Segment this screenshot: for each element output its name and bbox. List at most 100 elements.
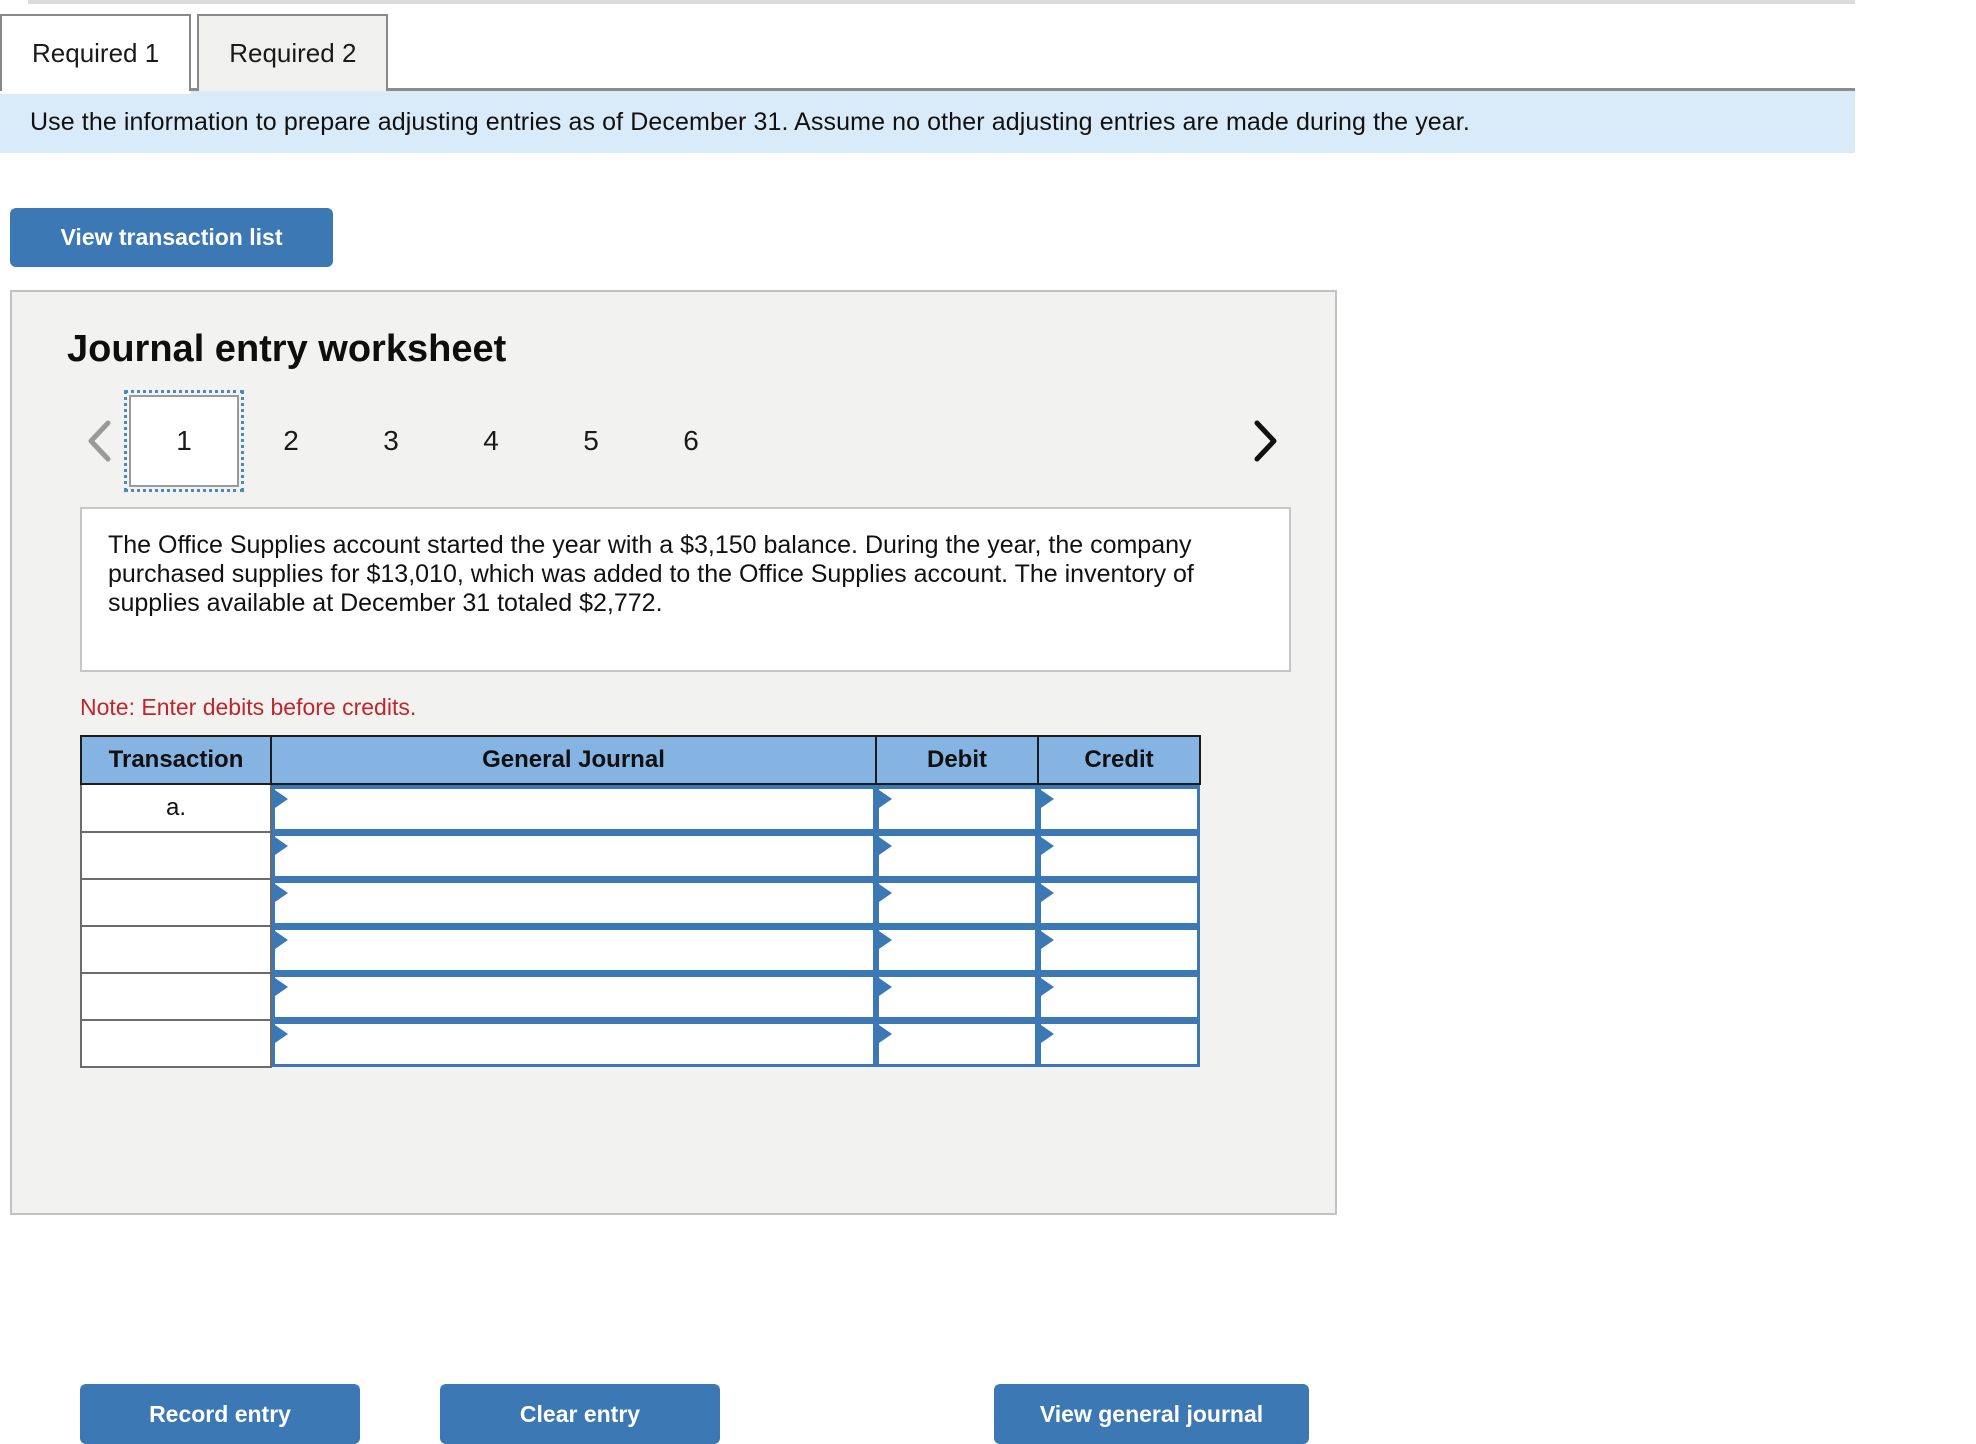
tab-required-1-label: Required 1 — [32, 38, 160, 68]
chevron-right-icon[interactable] — [1241, 405, 1287, 477]
worksheet-page-2[interactable]: 2 — [255, 405, 327, 477]
credit-input-6[interactable] — [1038, 1020, 1200, 1067]
column-header-transaction: Transaction — [80, 735, 272, 785]
instruction-banner: Use the information to prepare adjusting… — [0, 91, 1855, 153]
clear-entry-button[interactable]: Clear entry — [440, 1384, 720, 1444]
general-journal-input-3[interactable] — [272, 879, 876, 926]
table-row — [80, 878, 1200, 927]
worksheet-page-1[interactable]: 1 — [124, 390, 244, 492]
transaction-label-3 — [80, 878, 272, 927]
transaction-label-4 — [80, 925, 272, 974]
worksheet-page-4[interactable]: 4 — [455, 405, 527, 477]
record-entry-button[interactable]: Record entry — [80, 1384, 360, 1444]
worksheet-page-2-label: 2 — [283, 425, 299, 456]
debit-input-2[interactable] — [876, 832, 1038, 879]
worksheet-page-4-label: 4 — [483, 425, 499, 456]
transaction-label-2 — [80, 831, 272, 880]
transaction-description-text: The Office Supplies account started the … — [108, 531, 1194, 617]
caret-right-icon — [1041, 931, 1054, 949]
debits-before-credits-note: Note: Enter debits before credits. — [80, 694, 417, 720]
general-journal-input-1[interactable] — [272, 785, 876, 832]
journal-entry-worksheet-panel: Journal entry worksheet 1 2 3 4 5 6 The … — [10, 290, 1337, 1444]
caret-right-icon — [1041, 978, 1054, 996]
worksheet-page-6[interactable]: 6 — [655, 405, 727, 477]
tab-required-1[interactable]: Required 1 — [0, 14, 192, 94]
general-journal-input-5[interactable] — [272, 973, 876, 1020]
tab-required-2-label: Required 2 — [229, 38, 357, 68]
credit-cell-1[interactable] — [1038, 784, 1200, 832]
credit-input-4[interactable] — [1038, 926, 1200, 973]
worksheet-page-list: 1 2 3 4 5 6 — [124, 390, 755, 492]
caret-right-icon — [879, 1025, 892, 1043]
journal-entry-table: Transaction General Journal Debit Credit… — [80, 735, 1201, 1068]
general-journal-input-2[interactable] — [272, 832, 876, 879]
debit-input-4[interactable] — [876, 926, 1038, 973]
debit-input-1[interactable] — [876, 785, 1038, 832]
transaction-description-box: The Office Supplies account started the … — [80, 507, 1291, 672]
worksheet-page-6-label: 6 — [683, 425, 699, 456]
required-tab-strip: Required 1 Required 2 — [0, 14, 389, 94]
worksheet-page-3[interactable]: 3 — [355, 405, 427, 477]
debit-cell-3[interactable] — [876, 879, 1038, 926]
table-row — [80, 831, 1200, 880]
general-journal-input-4[interactable] — [272, 926, 876, 973]
transaction-label-1: a. — [80, 783, 272, 833]
credit-cell-5[interactable] — [1038, 973, 1200, 1020]
worksheet-page-1-label: 1 — [176, 425, 192, 456]
debit-cell-1[interactable] — [876, 784, 1038, 832]
transaction-label-6 — [80, 1019, 272, 1068]
worksheet-page-5-label: 5 — [583, 425, 599, 456]
caret-right-icon — [275, 837, 288, 855]
credit-cell-6[interactable] — [1038, 1020, 1200, 1067]
debit-cell-4[interactable] — [876, 926, 1038, 973]
debit-cell-5[interactable] — [876, 973, 1038, 1020]
general-journal-cell-6[interactable] — [271, 1020, 876, 1067]
credit-cell-3[interactable] — [1038, 879, 1200, 926]
worksheet-page-5[interactable]: 5 — [555, 405, 627, 477]
panel-title: Journal entry worksheet — [67, 328, 507, 370]
table-row: a. — [80, 783, 1200, 833]
column-header-debit: Debit — [875, 735, 1039, 785]
general-journal-cell-4[interactable] — [271, 926, 876, 973]
transaction-label-5 — [80, 972, 272, 1021]
caret-right-icon — [1041, 1025, 1054, 1043]
view-general-journal-button[interactable]: View general journal — [994, 1384, 1309, 1444]
caret-right-icon — [275, 978, 288, 996]
general-journal-cell-1[interactable] — [271, 784, 876, 832]
general-journal-cell-5[interactable] — [271, 973, 876, 1020]
credit-input-1[interactable] — [1038, 785, 1200, 832]
debit-cell-2[interactable] — [876, 832, 1038, 879]
caret-right-icon — [275, 1025, 288, 1043]
caret-right-icon — [275, 884, 288, 902]
caret-right-icon — [1041, 837, 1054, 855]
general-journal-cell-3[interactable] — [271, 879, 876, 926]
debit-cell-6[interactable] — [876, 1020, 1038, 1067]
column-header-general-journal: General Journal — [270, 735, 877, 785]
caret-right-icon — [879, 884, 892, 902]
credit-input-3[interactable] — [1038, 879, 1200, 926]
view-transaction-list-button[interactable]: View transaction list — [10, 208, 333, 267]
table-row — [80, 1019, 1200, 1068]
caret-right-icon — [1041, 790, 1054, 808]
worksheet-pager: 1 2 3 4 5 6 — [67, 390, 1287, 492]
credit-cell-2[interactable] — [1038, 832, 1200, 879]
table-header-row: Transaction General Journal Debit Credit — [80, 735, 1201, 785]
instruction-text: Use the information to prepare adjusting… — [30, 107, 1470, 136]
credit-input-5[interactable] — [1038, 973, 1200, 1020]
caret-right-icon — [275, 790, 288, 808]
credit-cell-4[interactable] — [1038, 926, 1200, 973]
debit-input-6[interactable] — [876, 1020, 1038, 1067]
caret-right-icon — [879, 931, 892, 949]
table-row — [80, 925, 1200, 974]
caret-right-icon — [879, 837, 892, 855]
debit-input-3[interactable] — [876, 879, 1038, 926]
table-row — [80, 972, 1200, 1021]
tab-required-2[interactable]: Required 2 — [197, 14, 389, 91]
debit-input-5[interactable] — [876, 973, 1038, 1020]
chevron-left-icon[interactable] — [77, 405, 123, 477]
credit-input-2[interactable] — [1038, 832, 1200, 879]
general-journal-input-6[interactable] — [272, 1020, 876, 1067]
caret-right-icon — [879, 790, 892, 808]
general-journal-cell-2[interactable] — [271, 832, 876, 879]
column-header-credit: Credit — [1037, 735, 1201, 785]
